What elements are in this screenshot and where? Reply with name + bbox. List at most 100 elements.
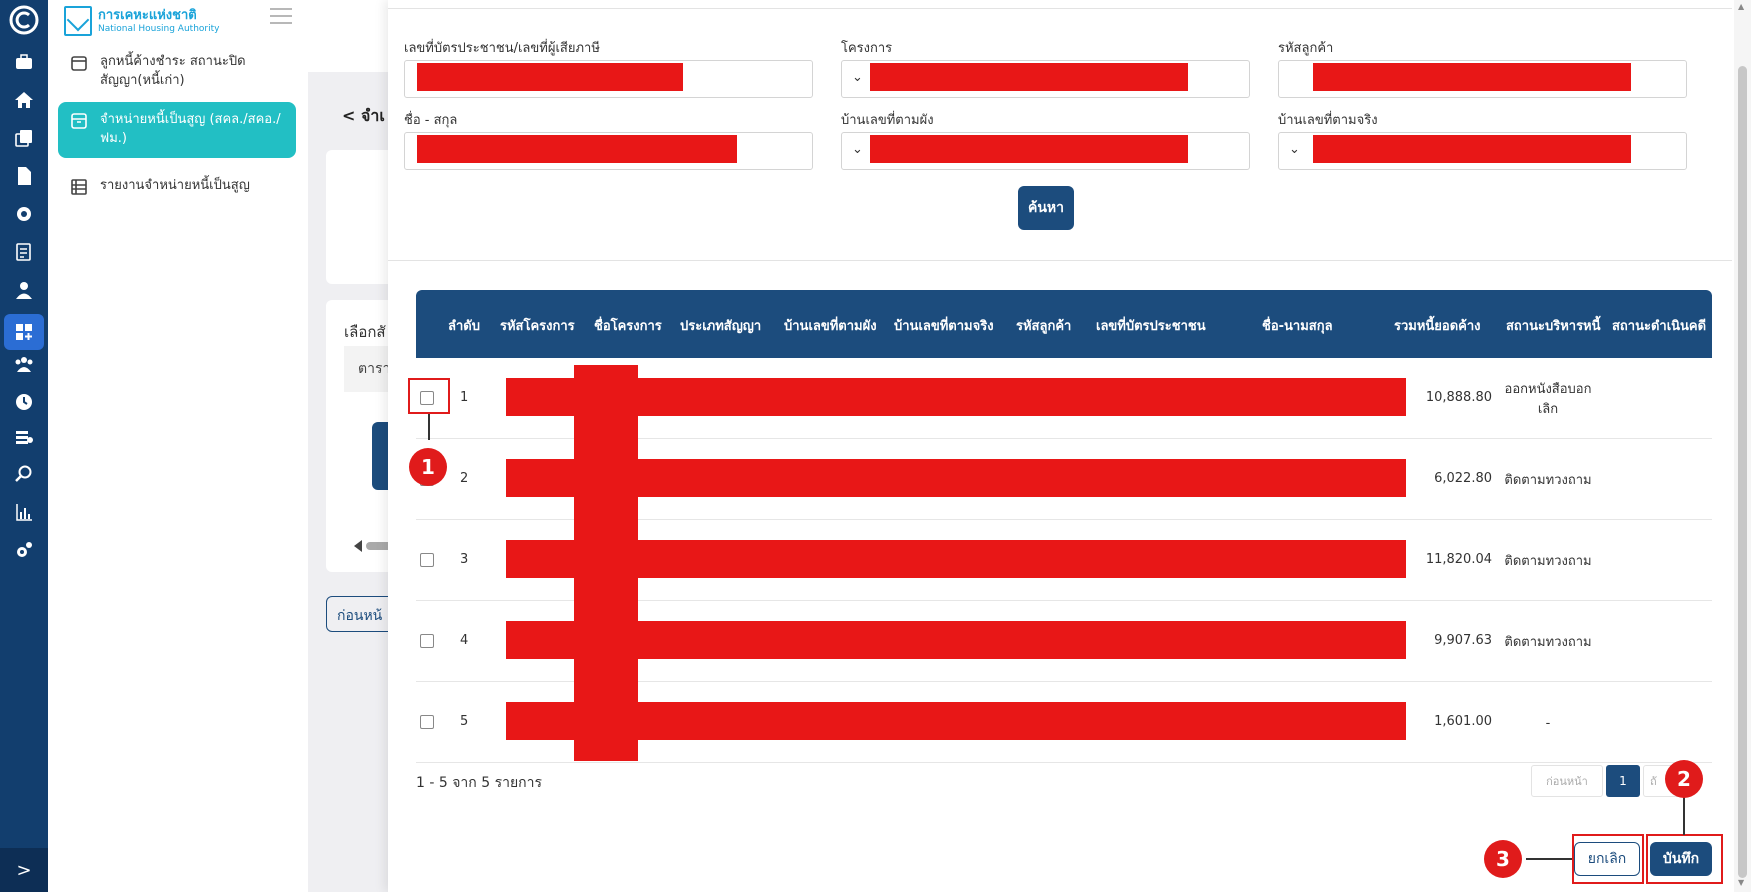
full-name-input[interactable] (404, 132, 813, 170)
row-number: 5 (460, 714, 469, 729)
row-status: ติดตามทวงถาม (1504, 635, 1592, 650)
scroll-up-icon[interactable]: ▲ (1738, 2, 1744, 11)
field-label: บ้านเลขที่ตามจริง (1278, 113, 1378, 128)
brand-name-en: National Housing Authority (98, 23, 220, 34)
pagination-page-1[interactable]: 1 (1606, 765, 1640, 797)
modal-scrollbar[interactable]: ▲ ▼ (1734, 0, 1751, 892)
redaction (870, 63, 1188, 91)
id-number-input[interactable] (404, 60, 813, 98)
gear-badge-icon[interactable] (12, 202, 36, 226)
col-header-debt-status: สถานะบริหารหนี้ (1506, 319, 1601, 334)
copy-icon[interactable] (12, 126, 36, 150)
table-header: ลำดับ รหัสโครงการ ชื่อโครงการ ประเภทสัญญ… (416, 290, 1712, 358)
redaction (506, 459, 1406, 497)
col-header-total-debt: รวมหนี้ยอดค้าง (1394, 319, 1481, 334)
row-checkbox[interactable] (420, 715, 434, 729)
col-header-actual-house-no: บ้านเลขที่ตามจริง (894, 319, 994, 334)
row-checkbox[interactable] (420, 553, 434, 567)
nha-logo-icon (64, 6, 92, 36)
select-label: เลือกสั (344, 323, 386, 341)
sub-sidebar: การเคหะแห่งชาติ National Housing Authori… (48, 0, 308, 892)
modal-top-divider (388, 8, 1732, 9)
server-gear-icon[interactable] (12, 426, 36, 450)
col-header-lawsuit-status: สถานะดำเนินคดี (1612, 319, 1707, 334)
row-amount: 6,022.80 (1434, 471, 1492, 486)
user-icon[interactable] (12, 278, 36, 302)
callout-leader-3 (1526, 858, 1572, 860)
brand-name-th: การเคหะแห่งชาติ (98, 7, 197, 23)
row-number: 2 (460, 471, 469, 486)
row-checkbox[interactable] (420, 634, 434, 648)
redaction-column (574, 365, 638, 761)
brand-logo[interactable]: การเคหะแห่งชาติ National Housing Authori… (64, 6, 219, 36)
redaction (506, 621, 1406, 659)
people-icon[interactable] (12, 352, 36, 376)
row-number: 4 (460, 633, 469, 648)
id-number-field: เลขที่บัตรประชาชน/เลขที่ผู้เสียภาษี (404, 40, 813, 98)
row-amount: 1,601.00 (1434, 714, 1492, 729)
sidebar-item-outstanding-debtors[interactable]: ลูกหนี้ค้างชำระ สถานะปิดสัญญา(หนี้เก่า) (58, 44, 296, 98)
redaction (417, 63, 683, 91)
callout-badge-1: 1 (409, 448, 447, 486)
customer-code-field: รหัสลูกค้า (1278, 40, 1687, 98)
redaction (506, 540, 1406, 578)
row-status: ติดตามทวงถาม (1504, 473, 1592, 488)
chevron-down-icon: ⌄ (852, 70, 863, 85)
briefcase-icon[interactable] (12, 50, 36, 74)
col-header-full-name: ชื่อ-นามสกุล (1262, 319, 1333, 334)
row-number: 3 (460, 552, 469, 567)
row-amount: 9,907.63 (1434, 633, 1492, 648)
bar-chart-icon[interactable] (12, 500, 36, 524)
project-select[interactable]: ⌄ (841, 60, 1250, 98)
scroll-down-icon[interactable]: ▼ (1738, 878, 1744, 887)
plan-house-number-select[interactable]: ⌄ (841, 132, 1250, 170)
col-header-project-code: รหัสโครงการ (500, 319, 575, 334)
archive-icon (70, 112, 88, 130)
row-amount: 11,820.04 (1425, 552, 1492, 567)
icon-rail: > (0, 0, 48, 892)
callout-badge-2: 2 (1665, 760, 1703, 798)
redaction (506, 702, 1406, 740)
redaction (1313, 63, 1631, 91)
row-status: ออกหนังสือบอกเลิก (1504, 382, 1592, 417)
customer-code-input[interactable] (1278, 60, 1687, 98)
callout-leader-2 (1683, 795, 1685, 835)
field-label: บ้านเลขที่ตามผัง (841, 113, 934, 128)
search-icon[interactable] (12, 462, 36, 486)
chevron-right-icon: > (16, 859, 32, 881)
dashboard-icon[interactable] (4, 314, 44, 350)
search-button[interactable]: ค้นหา (1018, 186, 1074, 230)
document-icon[interactable] (12, 164, 36, 188)
col-header-id-number: เลขที่บัตรประชาชน (1096, 319, 1206, 334)
scrollbar-thumb[interactable] (1738, 66, 1747, 878)
calendar-icon (70, 54, 88, 72)
redaction (1313, 135, 1631, 163)
redaction (417, 135, 737, 163)
col-header-plan-house-no: บ้านเลขที่ตามผัง (784, 319, 877, 334)
actual-house-number-select[interactable]: ⌄ (1278, 132, 1687, 170)
sidebar-item-write-off[interactable]: จำหน่ายหนี้เป็นสูญ (สคล./สคอ./ฟม.) (58, 102, 296, 158)
pagination-prev-button[interactable]: ก่อนหน้า (1531, 765, 1603, 797)
checklist-icon[interactable] (12, 240, 36, 264)
highlight-save-button (1646, 834, 1723, 884)
row-status: ติดตามทวงถาม (1504, 554, 1592, 569)
brand-c-icon[interactable] (9, 5, 39, 35)
col-header-no: ลำดับ (448, 319, 480, 334)
sidebar-item-label: จำหน่ายหนี้เป็นสูญ (สคล./สคอ./ฟม.) (100, 112, 281, 146)
expand-rail-button[interactable]: > (0, 848, 48, 892)
gears-icon[interactable] (12, 538, 36, 562)
field-label: รหัสลูกค้า (1278, 41, 1334, 56)
row-amount: 10,888.80 (1425, 390, 1492, 405)
sidebar-item-write-off-report[interactable]: รายงานจำหน่ายหนี้เป็นสูญ (58, 168, 296, 204)
home-icon[interactable] (12, 88, 36, 112)
project-field: โครงการ ⌄ (841, 40, 1250, 98)
field-label: เลขที่บัตรประชาชน/เลขที่ผู้เสียภาษี (404, 41, 600, 56)
prev-page-button-partial[interactable]: ก่อนหน้ (326, 596, 396, 632)
page-title[interactable]: < จำเ (342, 104, 385, 129)
search-debtor-modal: เลขที่บัตรประชาชน/เลขที่ผู้เสียภาษี โครง… (388, 0, 1751, 892)
hamburger-menu-icon[interactable] (270, 8, 292, 24)
highlight-cancel-button (1572, 834, 1644, 884)
callout-badge-3: 3 (1484, 840, 1522, 878)
clock-gear-icon[interactable] (12, 390, 36, 414)
redaction (506, 378, 1406, 416)
